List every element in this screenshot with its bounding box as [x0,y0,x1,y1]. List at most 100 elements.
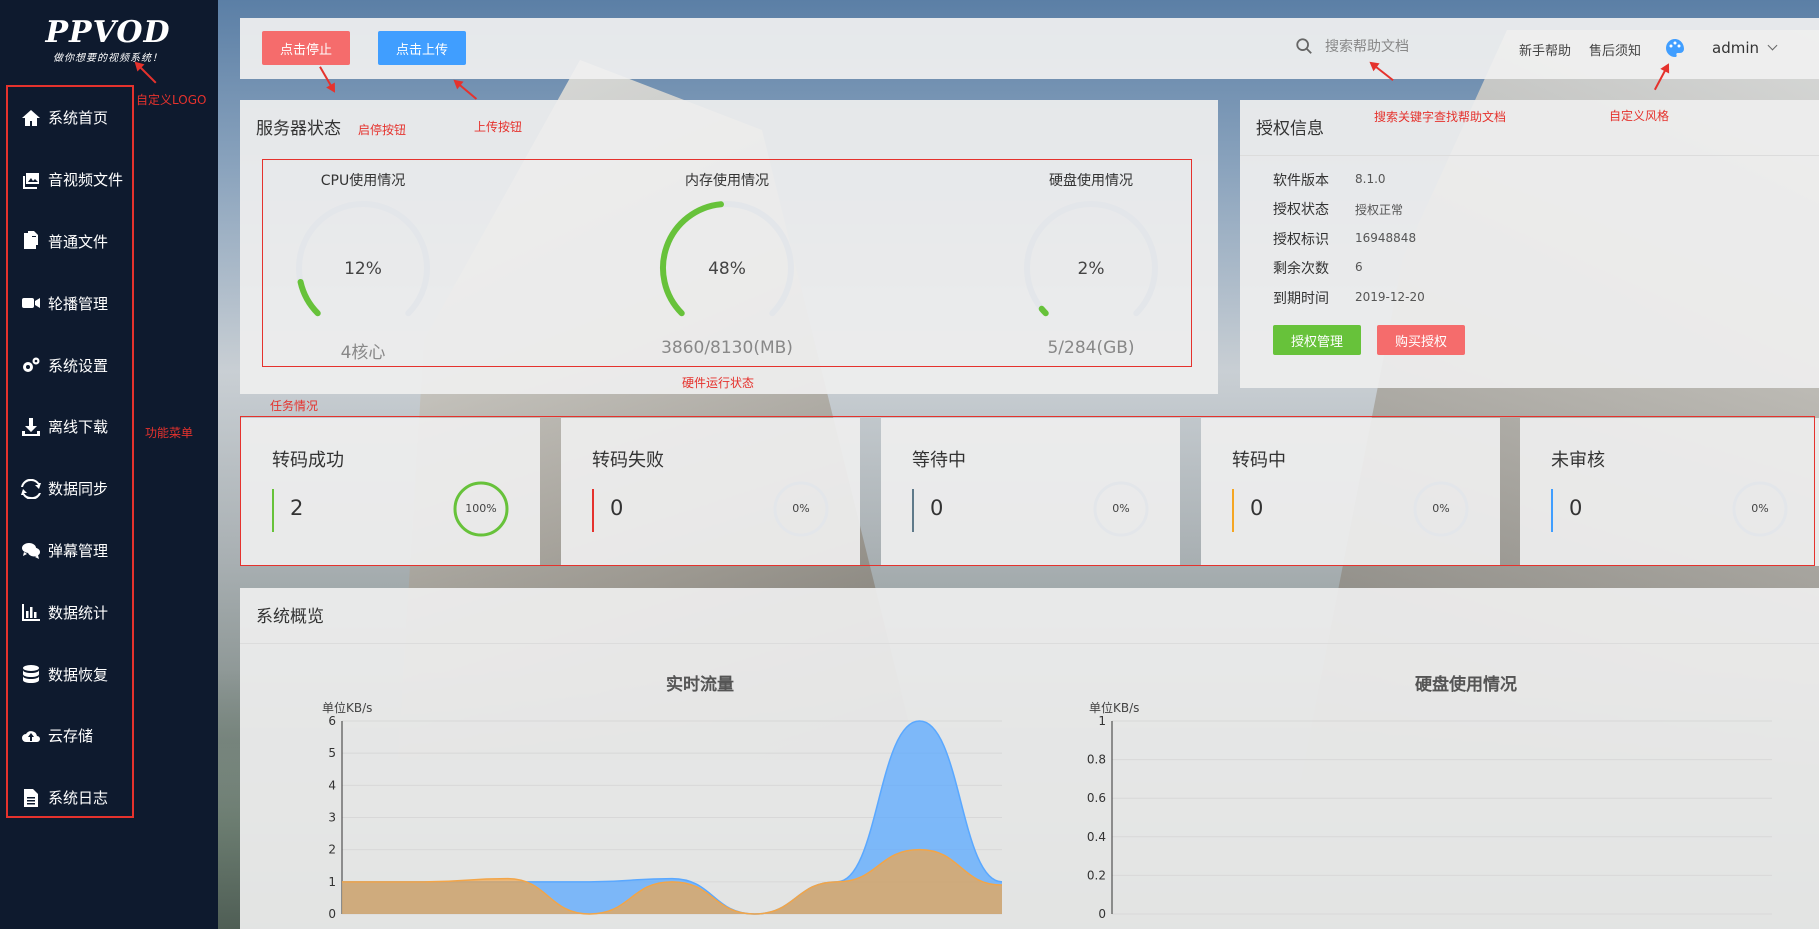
menu-item-carousel[interactable]: 轮播管理 [8,272,132,334]
menu-item-label: 数据统计 [48,603,109,622]
hardware-status-box: CPU使用情况 12% 4核心 内存使用情况 48% 3860/8130(MB)… [262,159,1192,367]
license-label: 软件版本 [1273,173,1329,189]
memory-gauge: 内存使用情况 48% 3860/8130(MB) [627,160,827,360]
menu-item-offline-download[interactable]: 离线下载 [8,396,132,458]
license-row: 软件版本 8.1.0 [1273,170,1386,190]
menu-item-settings[interactable]: 系统设置 [8,334,132,396]
home-icon [20,107,42,129]
menu-item-label: 弹幕管理 [48,541,109,560]
traffic-tick-label: 3 [328,811,336,825]
bar-chart-icon [20,601,42,623]
aftersale-link[interactable]: 售后须知 [1589,40,1641,59]
menu-item-cloud-storage[interactable]: 云存储 [8,705,132,767]
help-link[interactable]: 新手帮助 [1519,40,1571,59]
annotation-theme: 自定义风格 [1609,109,1670,123]
sidebar: PPVOD 做你想要的视频系统！ 系统首页 音视频文件 普通文件 轮播管理 系统… [0,0,218,929]
help-search[interactable]: 搜索帮助文档 [1295,36,1409,56]
license-value: 6 [1355,260,1363,274]
stop-button[interactable]: 点击停止 [262,31,350,65]
search-input[interactable]: 搜索帮助文档 [1325,36,1409,56]
license-row: 授权状态 授权正常 [1273,199,1403,219]
annotation-stop-button: 启停按钮 [358,123,407,137]
menu-item-data-recovery[interactable]: 数据恢复 [8,643,132,705]
license-manage-button[interactable]: 授权管理 [1273,325,1361,355]
cloud-upload-icon [20,725,42,747]
menu-item-label: 系统设置 [48,356,109,375]
menu-item-statistics[interactable]: 数据统计 [8,581,132,643]
license-row: 剩余次数 6 [1273,258,1363,278]
license-panel: 授权信息 软件版本 8.1.0 授权状态 授权正常 授权标识 16948848 剩余次… [1240,100,1819,388]
menu-item-label: 数据同步 [48,480,109,499]
license-value: 16948848 [1355,231,1417,245]
traffic-chart: 0 1 2 3 4 5 6 [328,714,1003,921]
panel-title: 服务器状态 [256,119,341,139]
annotation-hardware: 硬件运行状态 [682,376,755,390]
gauge-detail: 3860/8130(MB) [661,338,793,358]
task-status-box [240,416,1815,566]
cpu-gauge: CPU使用情况 12% 4核心 [263,160,463,363]
disk-tick-label: 1 [1098,714,1106,728]
logo[interactable]: PPVOD 做你想要的视频系统！ [38,15,178,65]
traffic-tick-label: 4 [328,778,336,792]
menu-item-label: 数据恢复 [48,665,109,684]
logo-brand: PPVOD [45,15,171,50]
menu-item-danmaku[interactable]: 弹幕管理 [8,520,132,582]
gears-icon [20,354,42,376]
gauge-fill [1038,305,1049,317]
user-menu[interactable]: admin [1712,39,1776,57]
upload-button[interactable]: 点击上传 [378,31,466,65]
license-label: 剩余次数 [1273,261,1329,277]
menu-item-data-sync[interactable]: 数据同步 [8,458,132,520]
traffic-tick-label: 0 [328,907,336,921]
palette-icon[interactable] [1665,38,1685,58]
disk-tick-label: 0.4 [1087,830,1106,844]
annotation-menu: 功能菜单 [145,426,194,440]
license-label: 到期时间 [1273,291,1329,307]
panel-title: 授权信息 [1256,119,1324,139]
menu-item-label: 云存储 [48,727,94,746]
menu-item-label: 系统日志 [48,789,109,808]
system-overview-panel: 系统概览 实时流量 单位KB/s 0123456 硬盘使用情况 单位KB/s 0… [240,588,1819,929]
gauge-detail: 4核心 [340,343,386,363]
video-camera-icon [20,292,42,314]
logo-slogan: 做你想要的视频系统！ [53,53,163,64]
server-status-panel: 服务器状态 CPU使用情况 12% 4核心 内存使用情况 48% 3860/81… [240,100,1218,394]
traffic-chart-title: 实时流量 [666,675,734,695]
traffic-tick-label: 2 [328,843,336,857]
gauge-value: 48% [708,259,746,279]
disk-chart-title: 硬盘使用情况 [1415,675,1517,695]
disk-tick-label: 0.6 [1087,791,1106,805]
license-row: 到期时间 2019-12-20 [1273,288,1425,308]
divider [240,643,1819,644]
menu-item-label: 音视频文件 [48,171,124,190]
disk-tick-label: 0.8 [1087,753,1106,767]
chat-icon [20,539,42,561]
divider [1240,155,1819,156]
panel-title: 系统概览 [256,607,324,627]
database-icon [20,663,42,685]
disk-chart: 0 0.2 0.4 0.6 0.8 1 [1087,714,1772,921]
files-icon [20,230,42,252]
annotation-logo: 自定义LOGO [136,93,207,107]
menu-item-system-log[interactable]: 系统日志 [8,767,132,829]
license-label: 授权标识 [1273,232,1329,248]
menu-item-label: 轮播管理 [48,294,109,313]
download-icon [20,416,42,438]
traffic-tick-label: 5 [328,746,336,760]
media-files-icon [20,169,42,191]
gauge-fill [297,278,321,317]
license-row: 授权标识 16948848 [1273,229,1416,249]
gauge-value: 12% [344,259,382,279]
menu-item-home[interactable]: 系统首页 [8,87,132,149]
buy-license-button[interactable]: 购买授权 [1377,325,1465,355]
annotation-upload-button: 上传按钮 [474,120,523,134]
license-label: 授权状态 [1273,202,1329,218]
gauge-title: CPU使用情况 [320,173,406,189]
traffic-tick-label: 6 [328,714,336,728]
gauge-title: 内存使用情况 [685,173,769,189]
menu-item-files[interactable]: 普通文件 [8,211,132,273]
function-menu: 系统首页 音视频文件 普通文件 轮播管理 系统设置 离线下载 数据同步 弹幕管理… [6,85,134,818]
license-value: 2019-12-20 [1355,290,1425,304]
license-value: 8.1.0 [1355,172,1386,186]
menu-item-media-files[interactable]: 音视频文件 [8,149,132,211]
